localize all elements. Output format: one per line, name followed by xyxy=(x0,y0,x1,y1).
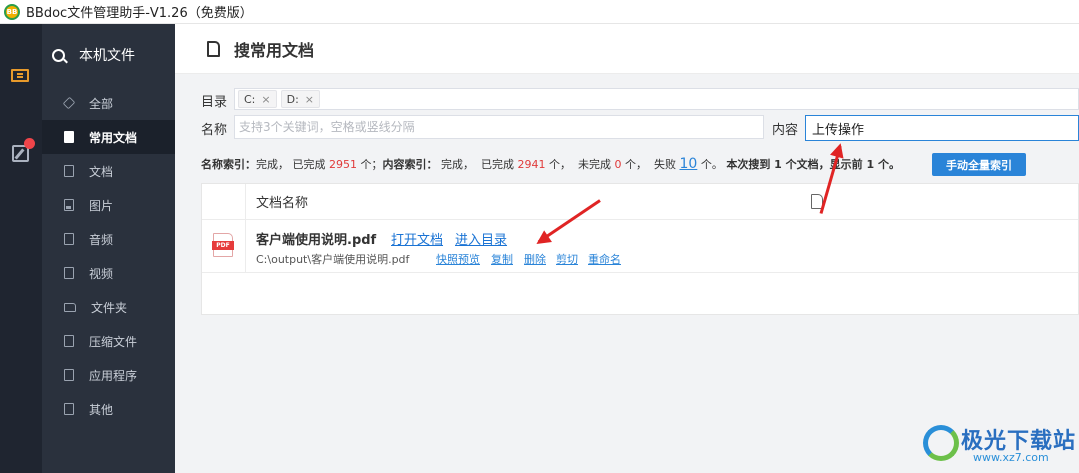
sidebar-item-video[interactable]: 视频 xyxy=(42,256,175,290)
table-row: PDF 客户端使用说明.pdf 打开文档 进入目录 C:\output\客户端使… xyxy=(202,220,1078,273)
sidebar-item-other[interactable]: 其他 xyxy=(42,392,175,426)
watermark-url: www.xz7.com xyxy=(973,451,1049,464)
status-unit: 个； xyxy=(360,158,383,171)
sidebar-item-common-docs[interactable]: 常用文档 xyxy=(42,120,175,154)
layers-icon xyxy=(62,96,76,110)
status-completed-prefix: 已完成 xyxy=(481,158,514,171)
sidebar-item-label: 全部 xyxy=(89,96,114,111)
page-title: 搜常用文档 xyxy=(234,40,315,60)
table-header: 文档名称 xyxy=(202,184,1078,220)
name-label: 名称 xyxy=(201,123,228,138)
pdf-icon: PDF xyxy=(212,233,234,257)
dir-selector[interactable]: C: × D: × xyxy=(234,88,1079,110)
results-table: 文档名称 PDF 客户端使用说明.pdf 打开文档 进入目录 C:\output… xyxy=(201,183,1079,315)
sidebar-item-images[interactable]: 图片 xyxy=(42,188,175,222)
sidebar-item-label: 文件夹 xyxy=(91,300,128,315)
file-name: 客户端使用说明.pdf xyxy=(256,233,377,248)
search-result-summary: 本次搜到 1 个文档，显示前 1 个。 xyxy=(726,158,900,171)
snapshot-preview-link[interactable]: 快照预览 xyxy=(436,251,480,267)
app-logo-icon: BB xyxy=(4,3,20,20)
sidebar-item-archives[interactable]: 压缩文件 xyxy=(42,324,175,358)
title-bar: BB BBdoc文件管理助手-V1.26（免费版） xyxy=(0,0,1079,24)
sidebar-item-label: 常用文档 xyxy=(89,130,138,145)
sidebar-item-documents[interactable]: 文档 xyxy=(42,154,175,188)
sidebar-item-folders[interactable]: 文件夹 xyxy=(42,290,175,324)
copy-link[interactable]: 复制 xyxy=(491,251,513,267)
sidebar-item-label: 音频 xyxy=(89,232,114,247)
sidebar-header-label: 本机文件 xyxy=(79,48,135,64)
close-icon[interactable]: × xyxy=(261,93,270,106)
full-index-button[interactable]: 手动全量索引 xyxy=(932,153,1026,176)
document-icon xyxy=(207,40,220,57)
app-icon xyxy=(64,369,74,381)
sidebar-item-label: 图片 xyxy=(89,198,114,213)
window-title: BBdoc文件管理助手-V1.26（免费版） xyxy=(26,6,253,21)
page-header: 搜常用文档 xyxy=(175,24,1079,74)
sidebar-header[interactable]: 本机文件 xyxy=(42,24,175,86)
name-index-label: 名称索引： xyxy=(201,158,256,171)
sidebar-item-apps[interactable]: 应用程序 xyxy=(42,358,175,392)
drive-tag-label: C: xyxy=(244,92,256,106)
failed-count-link[interactable]: 10 xyxy=(680,156,698,172)
incomplete-count: 0 xyxy=(614,157,622,171)
sidebar-item-label: 视频 xyxy=(89,266,114,281)
drive-tag-c[interactable]: C: × xyxy=(238,90,277,108)
search-icon xyxy=(52,48,65,62)
index-status: 名称索引： 完成， 已完成 2951 个； 内容索引： 完成， 已完成 2941… xyxy=(201,156,900,172)
watermark-logo: 极光下载站 www.xz7.com xyxy=(923,417,1079,473)
archive-icon xyxy=(64,335,74,347)
status-unit: 个， xyxy=(549,158,571,171)
content-index-label: 内容索引： xyxy=(382,158,438,171)
status-done: 完成， xyxy=(256,158,289,171)
status-unit: 个， xyxy=(625,158,647,171)
edit-icon[interactable] xyxy=(9,138,35,164)
name-completed-count: 2951 xyxy=(329,157,357,171)
content-label: 内容 xyxy=(772,123,799,138)
status-failed-prefix: 失败 xyxy=(654,158,676,171)
main-content: 目录 C: × D: × 名称 内容 名称索引： 完成， 已完成 2951 个；… xyxy=(175,74,1079,473)
status-unit: 个。 xyxy=(700,158,723,171)
open-document-link[interactable]: 打开文档 xyxy=(391,229,443,248)
video-icon xyxy=(64,267,74,279)
other-icon xyxy=(64,403,74,415)
audio-icon xyxy=(64,233,74,245)
sidebar-item-audio[interactable]: 音频 xyxy=(42,222,175,256)
file-text-icon xyxy=(64,165,74,177)
content-completed-count: 2941 xyxy=(517,157,546,171)
dir-label: 目录 xyxy=(201,95,228,110)
sidebar-item-all[interactable]: 全部 xyxy=(42,86,175,120)
delete-link[interactable]: 删除 xyxy=(524,251,546,267)
close-icon[interactable]: × xyxy=(305,93,314,106)
status-incomplete-prefix: 未完成 xyxy=(578,158,611,171)
status-completed-prefix: 已完成 xyxy=(292,158,326,171)
swoosh-icon xyxy=(923,425,959,461)
drive-tag-d[interactable]: D: × xyxy=(280,90,321,108)
folder-icon xyxy=(64,302,76,312)
sidebar-item-label: 压缩文件 xyxy=(89,334,138,349)
monitor-icon[interactable] xyxy=(9,64,31,86)
document-icon xyxy=(64,131,74,143)
drive-tag-label: D: xyxy=(286,92,299,106)
sidebar-item-label: 文档 xyxy=(89,164,114,179)
icon-rail xyxy=(0,24,42,473)
name-search-input[interactable] xyxy=(234,115,764,139)
image-icon xyxy=(64,199,74,211)
sidebar-item-label: 应用程序 xyxy=(89,368,138,383)
column-header-name[interactable]: 文档名称 xyxy=(256,192,308,211)
notification-dot xyxy=(24,138,35,149)
status-done: 完成， xyxy=(441,158,474,171)
enter-directory-link[interactable]: 进入目录 xyxy=(455,229,507,248)
sidebar-item-label: 其他 xyxy=(89,402,114,417)
file-path: C:\output\客户端使用说明.pdf xyxy=(256,253,410,266)
content-search-input[interactable] xyxy=(805,115,1079,141)
cut-link[interactable]: 剪切 xyxy=(556,251,578,267)
rename-link[interactable]: 重命名 xyxy=(588,251,621,267)
sidebar: 本机文件 全部 常用文档 文档 图片 音频 视频 文件夹 压缩文件 应用程序 其… xyxy=(42,24,175,473)
